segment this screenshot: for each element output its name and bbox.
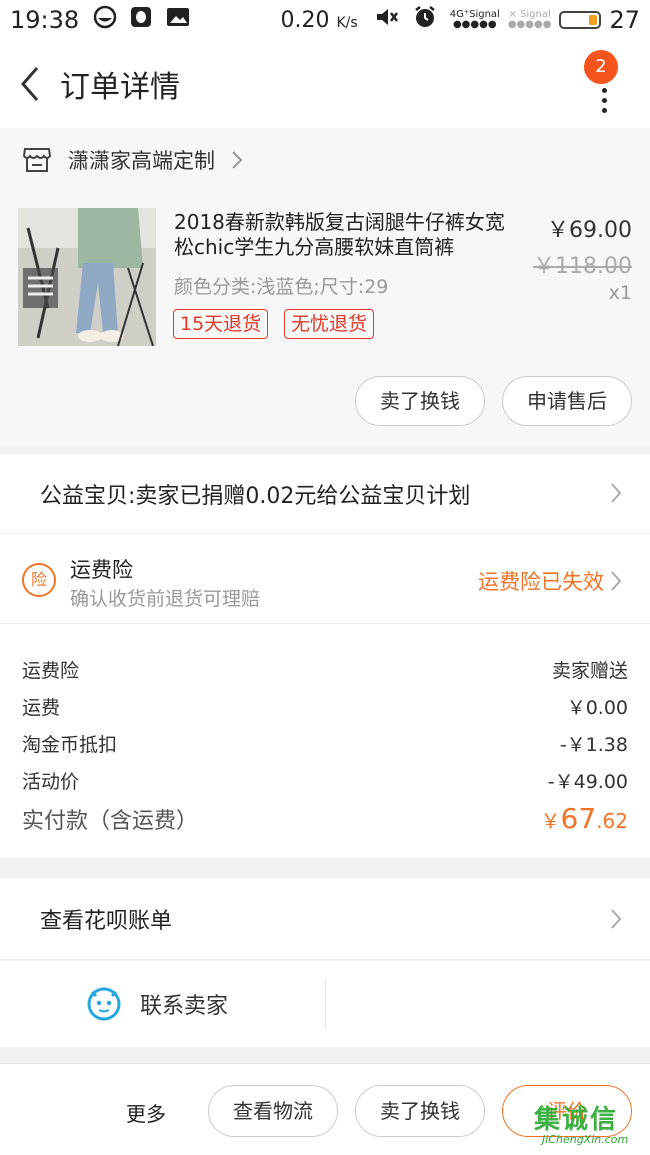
tag-15-day-return: 15天退货 xyxy=(173,309,269,339)
total-paid-row: 实付款（含运费） ￥67.62 xyxy=(22,802,628,835)
total-decimal: .62 xyxy=(596,809,628,833)
fee-value: -￥1.38 xyxy=(559,734,628,756)
status-bar: 19:38 0.20 K/s 4G⁺Signal ●●●●● × Signal ●●… xyxy=(0,0,650,40)
product-title[interactable]: 2018春新款韩版复古阔腿牛仔裤女宽松chic学生九分高腰软妹直筒裤 xyxy=(174,210,514,260)
fee-row: 淘金币抵扣 -￥1.38 xyxy=(22,730,628,757)
fee-summary: 运费险 卖家赠送 运费 ￥0.00 淘金币抵扣 -￥1.38 活动价 -￥49.… xyxy=(0,624,650,858)
watermark-logo: 集诚信 JiChengXin.com xyxy=(534,1099,646,1151)
fee-row: 活动价 -￥49.00 xyxy=(22,767,628,794)
fee-row: 运费险 卖家赠送 xyxy=(22,656,628,683)
back-arrow-icon[interactable] xyxy=(0,40,60,128)
mute-icon xyxy=(374,5,400,35)
app-notification-icon xyxy=(93,5,117,35)
insurance-icon: 险 xyxy=(22,563,56,597)
total-paid-label: 实付款（含运费） xyxy=(22,809,199,834)
alarm-icon xyxy=(412,4,438,36)
signal-2-label: Signal xyxy=(520,9,551,20)
watermark-url: JiChengXin.com xyxy=(542,1133,629,1146)
fee-label: 运费险 xyxy=(22,660,80,682)
chevron-right-icon xyxy=(611,909,622,929)
huabei-label: 查看花呗账单 xyxy=(40,908,173,934)
network-speed: 0.20 K/s xyxy=(281,8,358,33)
network-speed-unit: K/s xyxy=(336,14,358,31)
chevron-right-icon xyxy=(611,571,622,591)
contact-row: 联系卖家 xyxy=(0,961,650,1047)
fee-value: 卖家赠送 xyxy=(551,660,628,682)
more-dots-icon xyxy=(602,88,608,118)
fee-row: 运费 ￥0.00 xyxy=(22,693,628,720)
product-thumbnail[interactable] xyxy=(18,208,156,346)
network-speed-value: 0.20 xyxy=(280,7,330,33)
resell-button[interactable]: 卖了换钱 xyxy=(355,376,485,426)
status-time: 19:38 xyxy=(10,6,80,34)
view-logistics-button[interactable]: 查看物流 xyxy=(208,1085,338,1137)
chevron-right-icon xyxy=(611,483,622,503)
fee-label: 活动价 xyxy=(22,771,80,793)
charity-row[interactable]: 公益宝贝:卖家已捐赠0.02元给公益宝贝计划 xyxy=(0,454,650,534)
total-paid-amount: ￥67.62 xyxy=(541,802,628,835)
fee-label: 运费 xyxy=(22,697,61,719)
battery-icon xyxy=(559,11,602,29)
contact-seller-button[interactable]: 联系卖家 xyxy=(0,961,325,1047)
shop-row[interactable]: 潇潇家高端定制 xyxy=(0,128,650,192)
page-title: 订单详情 xyxy=(60,70,180,105)
fee-value: ￥0.00 xyxy=(566,697,628,719)
tag-worry-free-return: 无忧退货 xyxy=(284,309,375,339)
product-original-price: ￥118.00 xyxy=(533,254,632,279)
message-badge: 2 xyxy=(584,50,618,84)
product-price: ￥69.00 xyxy=(547,218,632,243)
huabei-bill-row[interactable]: 查看花呗账单 xyxy=(0,878,650,960)
title-bar: 订单详情 2 xyxy=(0,40,650,128)
fee-value: -￥49.00 xyxy=(547,771,628,793)
shipping-insurance-row[interactable]: 险 运费险 确认收货前退货可理赔 运费险已失效 xyxy=(0,534,650,624)
shop-name: 潇潇家高端定制 xyxy=(68,149,215,173)
charity-text: 公益宝贝:卖家已捐赠0.02元给公益宝贝计划 xyxy=(40,483,471,509)
product-card[interactable]: 2018春新款韩版复古阔腿牛仔裤女宽松chic学生九分高腰软妹直筒裤 颜色分类:… xyxy=(0,192,650,446)
chat-bubble-icon xyxy=(87,987,121,1021)
more-button[interactable]: 更多 xyxy=(126,1098,166,1127)
battery-level: 27 xyxy=(609,6,640,34)
after-sales-button[interactable]: 申请售后 xyxy=(502,376,632,426)
image-notification-icon xyxy=(165,5,191,35)
qq-notification-icon xyxy=(129,5,153,35)
product-quantity: x1 xyxy=(608,282,632,304)
chevron-right-icon xyxy=(232,151,243,169)
total-currency: ￥ xyxy=(540,809,561,833)
insurance-title: 运费险 xyxy=(70,558,133,582)
contact-seller-label: 联系卖家 xyxy=(140,994,229,1019)
signal-4g: 4G⁺Signal ●●●●● xyxy=(449,9,500,30)
insurance-status: 运费险已失效 xyxy=(478,570,604,594)
signal-2: × Signal ●●●●● xyxy=(507,9,552,30)
fee-label: 淘金币抵扣 xyxy=(22,734,118,756)
signal-4g-label: 4G⁺Signal xyxy=(449,9,500,20)
watermark-text: 集诚信 xyxy=(534,1105,619,1135)
product-spec: 颜色分类:浅蓝色;尺寸:29 xyxy=(174,276,389,298)
total-integer: 67 xyxy=(560,802,597,835)
divider xyxy=(325,979,326,1029)
resell-button-bottom[interactable]: 卖了换钱 xyxy=(355,1085,485,1137)
shop-icon xyxy=(22,148,52,172)
more-menu-button[interactable]: 2 xyxy=(584,50,628,120)
insurance-subtitle: 确认收货前退货可理赔 xyxy=(70,588,261,610)
